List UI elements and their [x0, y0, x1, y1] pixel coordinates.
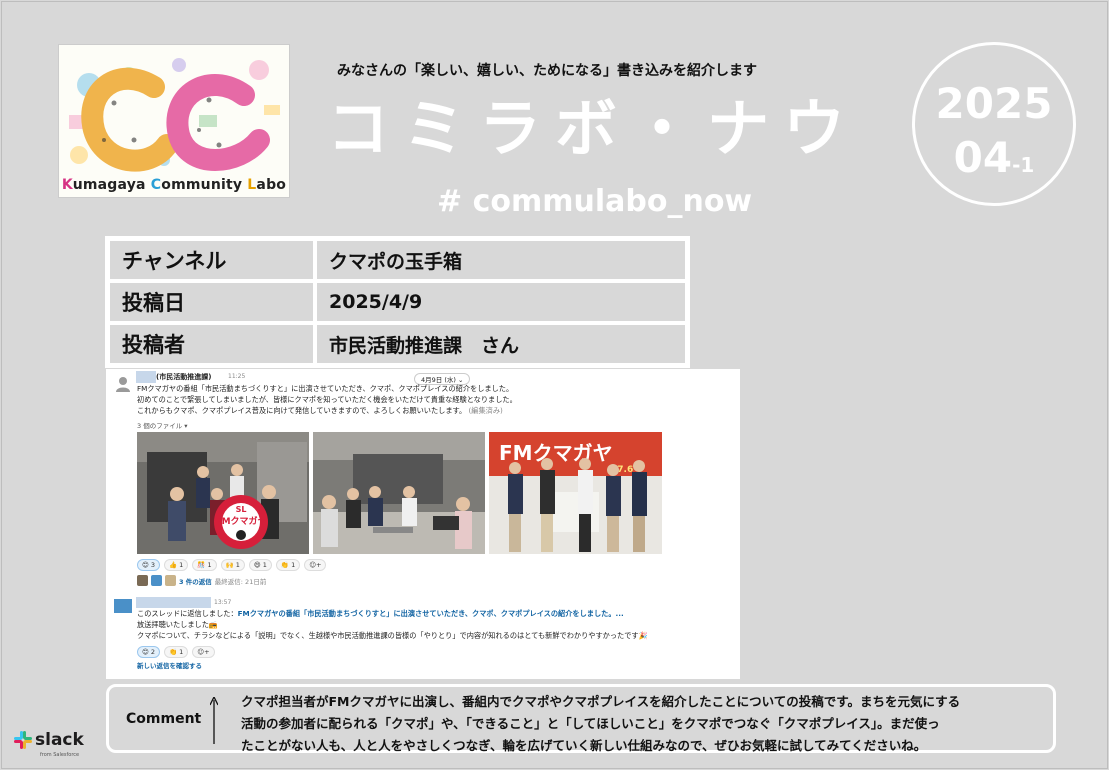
post-time[interactable]: 11:25 [228, 373, 245, 380]
info-value: 市民活動推進課 さん [315, 323, 687, 365]
photo-radio-studio[interactable] [313, 432, 485, 554]
message-line: 初めてのことで緊張してしまいましたが、皆様にクマポを知っていただく機会をいただけ… [137, 395, 517, 404]
comment-line: たことがない人も、人と人をやさしくつなぎ、輪を広げていく新しい仕組みなので、ぜひ… [241, 738, 927, 753]
message-line: これからもクマポ、クマポプレイス普及に向けて発信していきますので、よろしくお願い… [137, 406, 503, 415]
comment-box: Comment クマポ担当者がFMクマガヤに出演し、番組内でクマポやクマポプレイ… [106, 684, 1056, 753]
info-key: チャンネル [108, 239, 315, 281]
reply-avatar [151, 575, 162, 586]
reaction-pill[interactable]: 😊 2 [137, 646, 160, 658]
slack-post-screenshot: (市民活動推進課) 11:25 4月9日 (水) ⌄ FMクマガヤの番組「市民活… [106, 369, 740, 679]
info-key: 投稿者 [108, 323, 315, 365]
info-value: 2025/4/9 [315, 281, 687, 323]
slack-subtext: from Salesforce [40, 752, 80, 758]
reaction-pill[interactable]: 😊 3 [137, 559, 160, 571]
info-row-date: 投稿日 2025/4/9 [108, 281, 687, 323]
kumagaya-community-labo-logo: Kumagaya Community Labo [58, 44, 290, 198]
comment-line: クマポ担当者がFMクマガヤに出演し、番組内でクマポやクマポプレイスを紹介したこと… [241, 694, 961, 709]
reply-author-name-redacted [136, 597, 211, 608]
files-toggle[interactable]: 3 個のファイル ▾ [137, 420, 188, 430]
new-reply-link[interactable]: 新しい返信を確認する [137, 660, 202, 670]
comment-line: 活動の参加者に配られる「クマポ」や、「できること」と「してほしいこと」をクマポで… [241, 716, 940, 731]
poster-name-redacted [136, 371, 156, 383]
arrow-up-icon [210, 697, 218, 744]
reaction-pill[interactable]: 🙌 1 [220, 559, 245, 571]
tagline: みなさんの「楽しい、嬉しい、ためになる」書き込みを紹介します [337, 63, 757, 79]
info-key: 投稿日 [108, 281, 315, 323]
add-reaction-icon[interactable]: ☺+ [192, 646, 215, 658]
slack-icon [14, 731, 32, 749]
poster-name[interactable]: (市民活動推進課) [156, 372, 211, 382]
avatar-icon [116, 377, 130, 392]
photo-studio-group[interactable]: SL FMクマガヤ [137, 432, 309, 554]
comment-label: Comment [126, 711, 202, 727]
reaction-pill[interactable]: 😄 1 [248, 559, 272, 571]
info-row-channel: チャンネル クマポの玉手箱 [108, 239, 687, 281]
issue-year: 2025 [935, 79, 1053, 128]
svg-text:FMクマガヤ: FMクマガヤ [215, 515, 266, 527]
add-reaction-icon[interactable]: ☺+ [304, 559, 327, 571]
info-value: クマポの玉手箱 [315, 239, 687, 281]
reaction-pill[interactable]: 👏 1 [163, 646, 189, 658]
page-title: コミラボ・ナウ [327, 92, 860, 165]
replies-link[interactable]: 3 件の返信 [179, 576, 212, 586]
reply-author-avatar[interactable] [114, 599, 132, 613]
thread-reply-notice: このスレッドに返信しました：FMクマガヤの番組「市民活動まちづくりすと」に出演さ… [137, 609, 624, 618]
message-line: 放送拝聴いたしました📻 [137, 620, 218, 629]
reply-reactions: 😊 2 👏 1 ☺+ [137, 646, 215, 658]
thread-parent-link[interactable]: FMクマガヤの番組「市民活動まちづくりすと」に出演させていただき、クマポ、クマポ… [238, 609, 624, 618]
post-info-table: チャンネル クマポの玉手箱 投稿日 2025/4/9 投稿者 市民活動推進課 さ… [105, 236, 690, 368]
thread-replies[interactable]: 3 件の返信 最終返信: 21日前 [137, 575, 266, 586]
info-row-author: 投稿者 市民活動推進課 さん [108, 323, 687, 365]
hashtag: # commulabo_now [437, 184, 753, 219]
slack-logo: slack [14, 731, 84, 749]
reply-time[interactable]: 13:57 [214, 599, 231, 606]
replies-meta: 最終返信: 21日前 [214, 577, 267, 586]
issue-number: 04-1 [953, 133, 1035, 182]
issue-date-badge: 2025 04-1 [912, 42, 1076, 206]
photo-fm-kumagaya-group[interactable]: FMクマガヤ 87.6 [489, 432, 662, 554]
slack-wordmark: slack [35, 729, 84, 750]
reply-avatar [165, 575, 176, 586]
reaction-pill[interactable]: 👍 1 [163, 559, 189, 571]
reply-avatar [137, 575, 148, 586]
post-reactions: 😊 3 👍 1 🎊 1 🙌 1 😄 1 👏 1 ☺+ [137, 559, 327, 571]
svg-text:SL: SL [236, 505, 247, 514]
message-line: クマポについて、チラシなどによる「説明」でなく、生越様や市民活動推進課の皆様の「… [137, 631, 648, 640]
reaction-pill[interactable]: 🎊 1 [192, 559, 217, 571]
svg-text:FMクマガヤ: FMクマガヤ [499, 441, 613, 465]
reaction-pill[interactable]: 👏 1 [275, 559, 301, 571]
logo-illustration [59, 45, 289, 197]
logo-wordmark: Kumagaya Community Labo [61, 177, 287, 193]
message-line: FMクマガヤの番組「市民活動まちづくりすと」に出演させていただき、クマポ、クマポ… [137, 384, 514, 393]
